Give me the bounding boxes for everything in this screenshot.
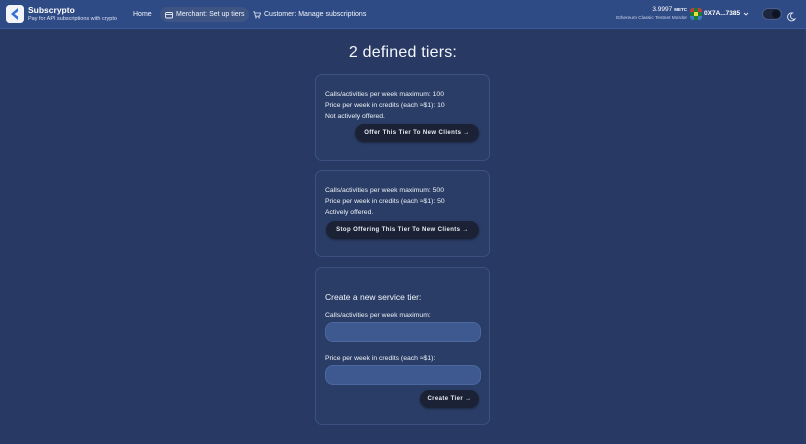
top-navbar: Subscrypto Pay for API subscriptions wit…	[0, 0, 806, 29]
subscrypto-logo-icon[interactable]	[6, 5, 24, 23]
shopping-cart-icon	[253, 10, 261, 19]
chevron-down-icon	[743, 11, 749, 17]
network-name[interactable]: Ethereum Classic Testnet Mordor	[616, 16, 687, 21]
nav-merchant-label: Merchant: Set up tiers	[176, 11, 245, 18]
brand-title[interactable]: Subscrypto	[28, 5, 75, 15]
wallet-avatar-icon[interactable]	[690, 8, 702, 20]
tier-calls: Calls/activities per week maximum: 500	[325, 187, 444, 194]
wallet-balance[interactable]: 3.9997 METC	[652, 6, 687, 13]
price-label: Price per week in credits (each ≈$1):	[325, 355, 436, 362]
create-tier-button[interactable]: Create Tier →	[420, 390, 479, 408]
balance-unit: METC	[674, 7, 687, 12]
nav-merchant-link[interactable]: Merchant: Set up tiers	[160, 7, 250, 22]
wallet-address: 0X7A...7385	[704, 10, 741, 17]
offer-tier-button[interactable]: Offer This Tier To New Clients →	[355, 124, 479, 142]
brand-subtitle: Pay for API subscriptions with crypto	[28, 16, 117, 22]
balance-value: 3.9997	[652, 6, 673, 13]
create-tier-form: Create a new service tier: Calls/activit…	[315, 267, 490, 425]
tier-price: Price per week in credits (each ≈$1): 50	[325, 198, 445, 205]
tier-status: Not actively offered.	[325, 113, 385, 120]
toggle-knob	[772, 10, 780, 18]
nav-customer-label: Customer: Manage subscriptions	[264, 11, 367, 18]
nav-home-link[interactable]: Home	[127, 8, 158, 21]
price-input[interactable]	[325, 365, 481, 385]
nav-customer-link[interactable]: Customer: Manage subscriptions	[249, 7, 370, 22]
tier-card: Calls/activities per week maximum: 500 P…	[315, 170, 490, 257]
merchant-icon	[165, 11, 173, 19]
tier-card: Calls/activities per week maximum: 100 P…	[315, 74, 490, 161]
calls-input[interactable]	[325, 322, 481, 342]
theme-toggle[interactable]	[762, 8, 782, 20]
form-heading: Create a new service tier:	[325, 292, 422, 302]
stop-offering-tier-button[interactable]: Stop Offering This Tier To New Clients →	[326, 221, 479, 239]
page-title: 2 defined tiers:	[348, 44, 458, 61]
calls-label: Calls/activities per week maximum:	[325, 312, 431, 319]
tier-calls: Calls/activities per week maximum: 100	[325, 91, 444, 98]
moon-icon[interactable]	[786, 9, 797, 27]
wallet-address-button[interactable]: 0X7A...7385	[704, 8, 749, 20]
tier-price: Price per week in credits (each ≈$1): 10	[325, 102, 445, 109]
tier-status: Actively offered.	[325, 209, 374, 216]
